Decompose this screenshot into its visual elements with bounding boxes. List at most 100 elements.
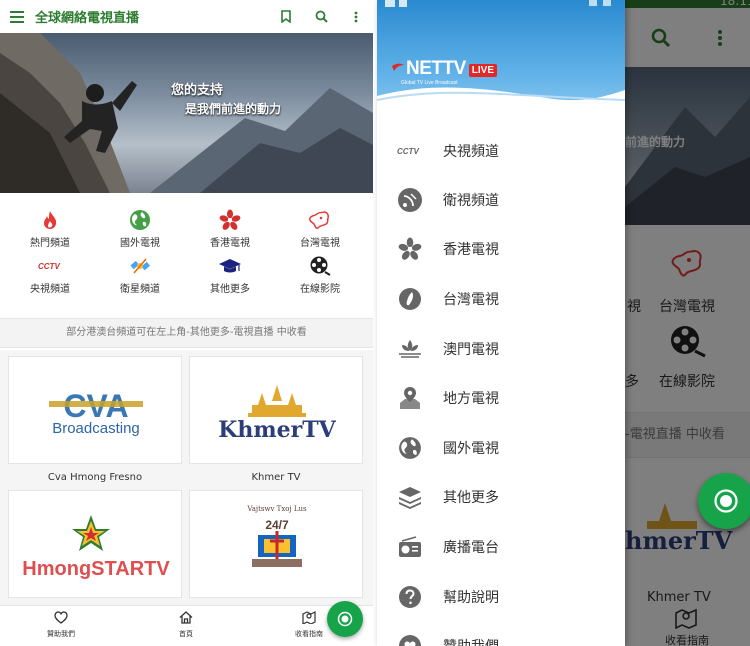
satellite-dish-icon [397,187,423,213]
category-taiwan[interactable]: 台灣電視 [274,209,366,249]
category-label: 在線影院 [300,284,340,295]
category-label: 熱門頻道 [30,238,70,249]
drawer-item-sponsor[interactable]: 贊助我們 [377,621,625,646]
more-vert-icon[interactable] [349,10,363,24]
bauhinia-icon [184,209,276,231]
logo-text: KhmerTV [218,417,336,443]
drawer-item-satellite[interactable]: 衛視頻道 [377,175,625,224]
bauhinia-icon [397,236,423,262]
notice-bar: 部分港澳台頻道可在左上角-其他更多-電視直播 中收看 [0,318,373,348]
film-reel-icon [274,255,366,277]
category-more[interactable]: 其他更多 [184,255,276,295]
globe-icon [94,209,186,231]
screenshot-root: 全球網絡電視直播 您的支持 是我們前進的動力 熱門頻道 國外電視 香港電視 台灣… [0,0,750,646]
drawer-item-label: 香港電視 [443,242,499,258]
category-label: 其他更多 [210,284,250,295]
drawer-header: NETTV LIVE Global TV Live Broadcast [377,0,625,120]
background-screen: 18:11 前進的動力 台灣電視 視 在線影院 多 -電視直播 中收看 hmer… [625,0,750,646]
lotus-icon [397,336,423,362]
scrim-overlay[interactable] [625,0,750,646]
category-satellite[interactable]: 衛星頻道 [94,255,186,295]
graduation-cap-icon [184,255,276,277]
live-fab-button[interactable] [698,473,750,529]
live-badge: LIVE [468,64,498,77]
fire-icon [4,209,96,231]
drawer-item-label: 地方電視 [443,391,499,407]
category-hongkong[interactable]: 香港電視 [184,209,276,249]
help-icon [397,584,423,610]
record-icon [714,489,738,513]
drawer-item-taiwan[interactable]: 台灣電視 [377,274,625,323]
channel-logo: Vajtswv Txoj Lus 24/7 [246,505,307,567]
logo-text: Vajtswv Txoj Lus [246,505,307,513]
channel-name: Cva Hmong Fresno [47,472,143,483]
category-foreign[interactable]: 國外電視 [94,209,186,249]
svg-text:CCTV: CCTV [38,262,60,271]
drawer-item-local[interactable]: 地方電視 [377,373,625,422]
navigation-drawer: NETTV LIVE Global TV Live Broadcast CCTV… [377,0,625,646]
layers-icon [397,484,423,510]
map-pin-icon [397,385,423,411]
taiwan-map-icon [274,209,366,231]
logo-swoosh-icon [392,63,404,71]
logo-text: HmongSTARTV [22,558,170,580]
taiwan-icon [397,286,423,312]
drawer-item-help[interactable]: 幫助說明 [377,572,625,621]
drawer-item-label: 台灣電視 [443,292,499,308]
drawer-item-label: 澳門電視 [443,342,499,358]
globe-icon [397,435,423,461]
heart-icon [31,608,91,626]
search-icon[interactable] [314,10,328,24]
category-cctv[interactable]: CCTV 央視頻道 [4,255,96,295]
channel-logo: KhmerTV [218,385,337,443]
drawer-item-label: 衛視頻道 [443,193,499,209]
nav-label: 贊助我們 [47,630,75,638]
drawer-item-cctv[interactable]: CCTV 央視頻道 [377,126,625,175]
category-label: 央視頻道 [30,284,70,295]
channel-name: Khmer TV [251,472,301,483]
heart-icon [397,633,423,646]
drawer-item-macau[interactable]: 澳門電視 [377,324,625,373]
live-fab-button[interactable] [327,601,363,637]
category-label: 台灣電視 [300,238,340,249]
cctv-icon: CCTV [397,138,423,164]
app-title: 全球網絡電視直播 [35,11,140,26]
channel-card[interactable]: Vajtswv Txoj Lus 24/7 [189,490,363,598]
hero-banner[interactable]: 您的支持 是我們前進的動力 [0,33,373,193]
category-label: 國外電視 [120,238,160,249]
logo-subtext: Broadcasting [52,420,140,437]
drawer-item-label: 國外電視 [443,441,499,457]
drawer-item-label: 其他更多 [443,490,499,506]
nettv-logo: NETTV LIVE [391,58,498,80]
app-bar: 全球網絡電視直播 [0,0,373,33]
svg-text:CCTV: CCTV [397,147,419,156]
hero-text-line1: 您的支持 [171,83,224,98]
drawer-item-label: 央視頻道 [443,144,499,160]
drawer-item-more[interactable]: 其他更多 [377,472,625,521]
drawer-item-label: 贊助我們 [443,636,499,646]
category-hot[interactable]: 熱門頻道 [4,209,96,249]
channel-card[interactable]: HmongSTARTV [8,490,182,598]
drawer-item-label: 廣播電台 [443,540,499,556]
radio-icon [397,534,423,560]
hero-text-line2: 是我們前進的動力 [185,102,282,116]
record-icon [337,611,353,627]
drawer-item-hongkong[interactable]: 香港電視 [377,224,625,273]
bookmark-icon[interactable] [279,10,293,24]
satellite-icon [94,255,186,277]
cctv-logo-icon: CCTV [4,255,96,277]
category-cinema[interactable]: 在線影院 [274,255,366,295]
channel-card[interactable]: KhmerTV [189,356,363,464]
channel-card[interactable]: CVA Broadcasting [8,356,182,464]
drawer-item-radio[interactable]: 廣播電台 [377,522,625,571]
home-icon [156,608,216,626]
channel-logo: HmongSTARTV [22,515,170,580]
nav-home[interactable]: 首頁 [156,608,216,639]
logo-text: NETTV [406,58,466,79]
logo-subtitle: Global TV Live Broadcast [401,80,458,86]
nav-label: 收看指南 [295,630,323,638]
menu-icon[interactable] [10,10,24,23]
drawer-item-foreign[interactable]: 國外電視 [377,423,625,472]
logo-subtext: 24/7 [265,518,289,532]
nav-sponsor[interactable]: 贊助我們 [31,608,91,639]
